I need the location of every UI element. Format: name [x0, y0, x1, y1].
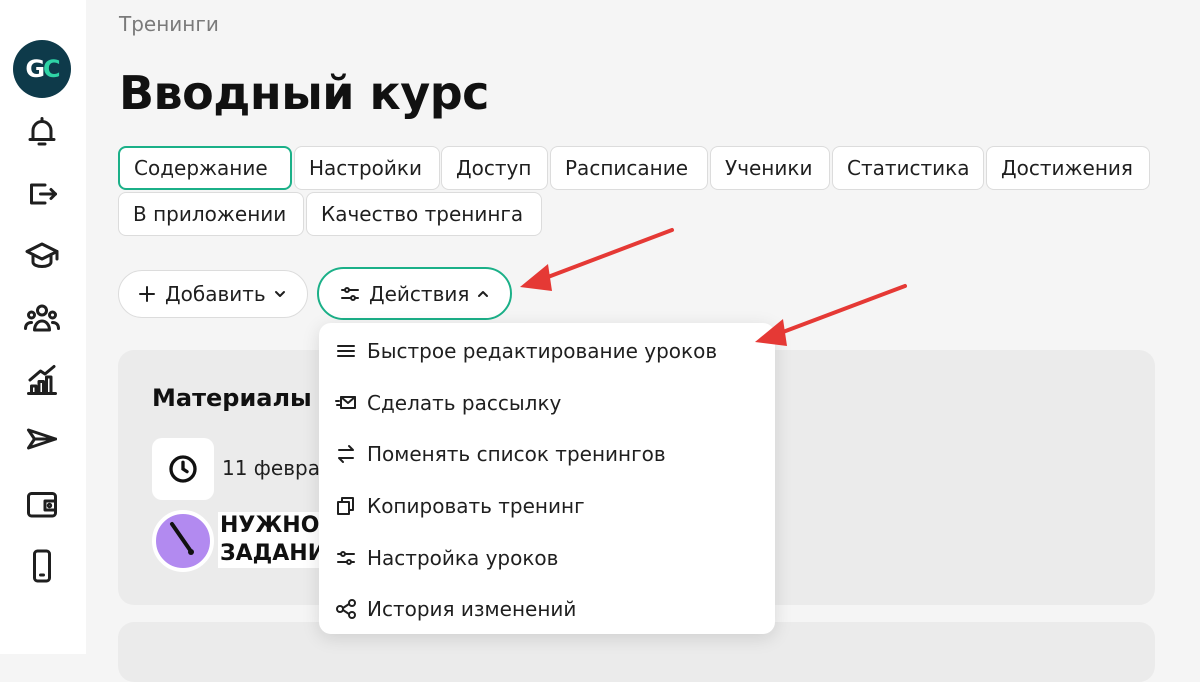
plus-icon [139, 286, 155, 302]
menu-item-label: Копировать тренинг [367, 494, 585, 518]
tab-content[interactable]: Содержание [118, 146, 292, 190]
menu-item-quick-edit[interactable]: Быстрое редактирование уроков [319, 325, 775, 377]
share-nodes-icon [336, 599, 356, 619]
chevron-up-icon [478, 290, 489, 297]
lesson-thumbnail[interactable] [152, 510, 214, 572]
add-button[interactable]: Добавить [118, 270, 308, 318]
tab-students[interactable]: Ученики [710, 146, 830, 190]
sidebar: GC [0, 0, 86, 654]
actions-button[interactable]: Действия [317, 267, 512, 320]
breadcrumb[interactable]: Тренинги [119, 12, 219, 36]
add-button-label: Добавить [165, 282, 266, 306]
main-content: Тренинги Вводный курс Содержание Настрой… [86, 0, 1200, 682]
tab-training-quality[interactable]: Качество тренинга [306, 192, 542, 236]
menu-item-copy[interactable]: Копировать тренинг [319, 480, 775, 532]
logo-letter-c: C [43, 55, 61, 83]
logo[interactable]: GC [13, 40, 71, 98]
sliders-icon [341, 286, 359, 301]
actions-dropdown-menu: Быстрое редактирование уроков Сделать ра… [319, 323, 775, 634]
lesson-title-line-2: ЗАДАНИ [220, 541, 327, 566]
tab-achievements[interactable]: Достижения [986, 146, 1150, 190]
menu-item-change-list[interactable]: Поменять список тренингов [319, 428, 775, 480]
lesson-title[interactable]: НУЖНО ЗАДАНИ [218, 512, 329, 568]
logo-letter-g: G [25, 55, 45, 83]
sliders-icon [337, 551, 355, 565]
menu-item-lesson-settings[interactable]: Настройка уроков [319, 532, 775, 584]
menu-item-label: Сделать рассылку [367, 391, 562, 415]
graduation-cap-icon[interactable] [22, 236, 62, 276]
menu-item-label: История изменений [367, 597, 577, 621]
chart-icon[interactable] [22, 360, 62, 400]
tab-schedule[interactable]: Расписание [550, 146, 708, 190]
mobile-icon[interactable] [22, 546, 62, 586]
menu-item-history[interactable]: История изменений [319, 583, 775, 635]
actions-button-label: Действия [369, 281, 470, 306]
wallet-icon[interactable] [22, 484, 62, 524]
tab-statistics[interactable]: Статистика [832, 146, 984, 190]
lesson-date: 11 феврал [222, 456, 333, 480]
menu-item-label: Настройка уроков [367, 546, 559, 570]
bell-icon[interactable] [22, 112, 62, 152]
send-icon[interactable] [22, 422, 62, 462]
menu-item-label: Поменять список тренингов [367, 442, 666, 466]
tab-in-app[interactable]: В приложении [118, 192, 304, 236]
clock-icon [152, 438, 214, 500]
menu-item-label: Быстрое редактирование уроков [367, 339, 718, 363]
card-title: Материалы д [152, 384, 340, 412]
menu-item-mailing[interactable]: Сделать рассылку [319, 377, 775, 429]
list-icon [337, 345, 355, 357]
logout-icon[interactable] [22, 174, 62, 214]
chevron-down-icon [274, 291, 285, 297]
pen-icon [170, 522, 194, 555]
users-icon[interactable] [22, 298, 62, 338]
copy-icon [337, 497, 354, 515]
swap-icon [338, 445, 354, 463]
lesson-title-line-1: НУЖНО [220, 513, 320, 538]
tab-settings[interactable]: Настройки [294, 146, 440, 190]
tab-access[interactable]: Доступ [441, 146, 548, 190]
mail-fast-icon [335, 396, 356, 409]
page-title: Вводный курс [119, 66, 489, 120]
